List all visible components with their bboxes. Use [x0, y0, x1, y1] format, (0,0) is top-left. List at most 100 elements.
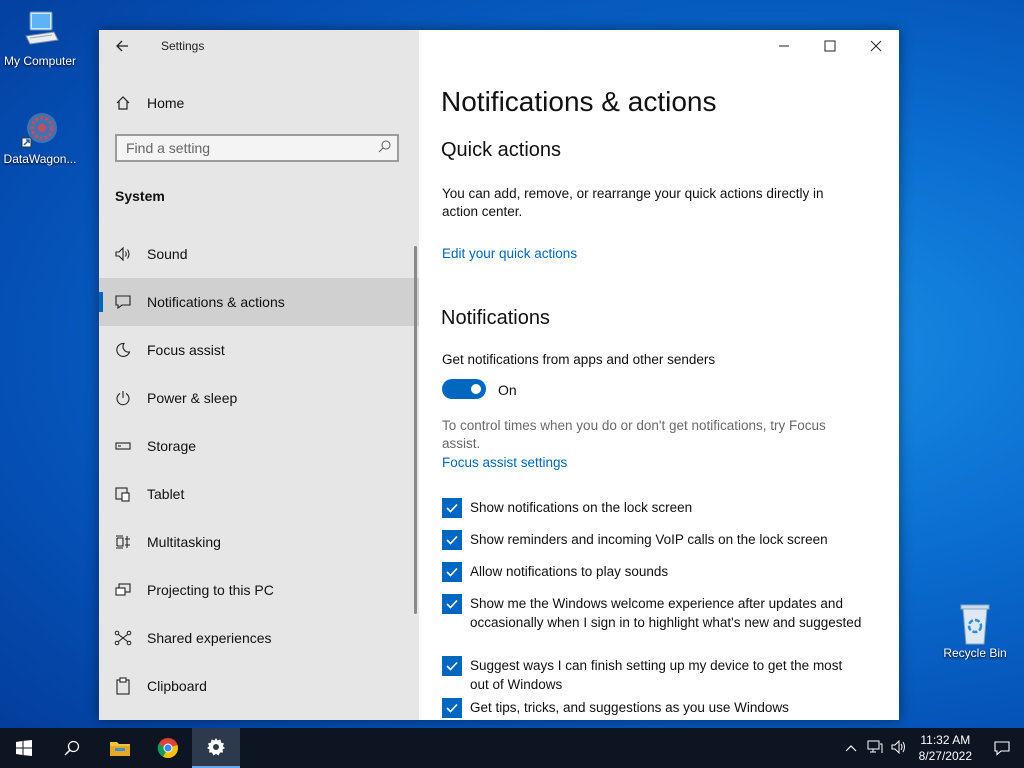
checkbox-row[interactable]: Allow notifications to play sounds [442, 562, 862, 582]
checkbox-checked[interactable] [442, 562, 462, 582]
desktop-icon-datawagon[interactable]: DataWagon... [0, 108, 80, 166]
search-box[interactable] [115, 134, 399, 162]
search-input[interactable] [117, 139, 371, 157]
checkbox-label: Show notifications on the lock screen [470, 500, 693, 515]
checkbox-checked[interactable] [442, 656, 462, 676]
sidebar-item-storage[interactable]: Storage [99, 422, 419, 470]
checkbox-row[interactable]: Show reminders and incoming VoIP calls o… [442, 530, 862, 550]
sidebar: Settings Home System Sound [99, 30, 419, 720]
sidebar-item-shared-experiences[interactable]: Shared experiences [99, 614, 419, 662]
shared-icon [99, 630, 147, 646]
minimize-icon [779, 45, 789, 47]
message-icon [99, 294, 147, 310]
chevron-up-icon[interactable] [839, 741, 863, 755]
checkbox-checked[interactable] [442, 698, 462, 718]
checkbox-label: Show me the Windows welcome experience a… [470, 596, 862, 630]
sidebar-item-label: Tablet [147, 486, 185, 502]
clock[interactable]: 11:32 AM 8/27/2022 [911, 732, 980, 764]
file-explorer-button[interactable] [96, 728, 144, 768]
check-icon [446, 503, 458, 513]
sidebar-item-tablet[interactable]: Tablet [99, 470, 419, 518]
checkbox-checked[interactable] [442, 498, 462, 518]
checkbox-row[interactable]: Get tips, tricks, and suggestions as you… [442, 698, 862, 718]
clock-date: 8/27/2022 [918, 749, 972, 763]
check-icon [446, 703, 458, 713]
search-icon[interactable] [371, 140, 397, 156]
sidebar-item-projecting[interactable]: Projecting to this PC [99, 566, 419, 614]
projector-icon [99, 582, 147, 598]
folder-icon [110, 742, 130, 756]
checkbox-checked[interactable] [442, 530, 462, 550]
recycle-bin-icon [955, 602, 995, 645]
back-button[interactable] [99, 30, 145, 62]
check-icon [446, 599, 458, 609]
titlebar: Settings [99, 30, 419, 62]
focus-assist-settings-link[interactable]: Focus assist settings [442, 455, 567, 470]
sidebar-item-label: Multitasking [147, 534, 221, 550]
close-button[interactable] [853, 30, 899, 62]
notifications-toggle-label: Get notifications from apps and other se… [442, 352, 716, 367]
home-label: Home [147, 95, 185, 111]
windows-logo-icon [16, 740, 32, 756]
clock-time: 11:32 AM [920, 733, 971, 747]
checkbox-label: Show reminders and incoming VoIP calls o… [470, 532, 828, 547]
moon-icon [99, 342, 147, 358]
toggle-knob [471, 384, 481, 394]
sidebar-item-multitasking[interactable]: Multitasking [99, 518, 419, 566]
heading-quick-actions: Quick actions [441, 139, 562, 161]
sidebar-item-label: Projecting to this PC [147, 582, 274, 598]
volume-icon[interactable] [887, 739, 911, 757]
sidebar-item-sound[interactable]: Sound [99, 230, 419, 278]
desktop-icon-label: My Computer [3, 54, 77, 68]
page-title: Notifications & actions [441, 86, 717, 117]
action-center-button[interactable] [980, 728, 1024, 768]
sidebar-item-clipboard[interactable]: Clipboard [99, 662, 419, 710]
home-icon [99, 95, 147, 111]
system-tray: 11:32 AM 8/27/2022 [839, 728, 1024, 768]
start-button[interactable] [0, 728, 48, 768]
notification-icon [994, 741, 1010, 756]
checkbox-label: Allow notifications to play sounds [470, 564, 669, 579]
datawagon-icon [20, 108, 60, 148]
edit-quick-actions-link[interactable]: Edit your quick actions [442, 246, 577, 261]
heading-notifications: Notifications [441, 307, 550, 329]
checkbox-row[interactable]: Suggest ways I can finish setting up my … [442, 656, 862, 694]
settings-taskbar-button[interactable] [192, 728, 240, 768]
search-button[interactable] [48, 728, 96, 768]
gear-icon [207, 738, 225, 756]
check-icon [446, 535, 458, 545]
minimize-button[interactable] [761, 30, 807, 62]
power-icon [99, 390, 147, 406]
notifications-toggle[interactable] [442, 379, 486, 399]
maximize-button[interactable] [807, 30, 853, 62]
tablet-icon [99, 486, 147, 502]
clipboard-icon [99, 677, 147, 695]
sidebar-item-label: Storage [147, 438, 197, 454]
sidebar-item-label: Focus assist [147, 342, 225, 358]
storage-icon [99, 438, 147, 454]
computer-icon [20, 10, 60, 50]
checkbox-row[interactable]: Show notifications on the lock screen [442, 498, 862, 518]
back-arrow-icon [116, 40, 128, 52]
desktop-icon-recycle-bin[interactable]: Recycle Bin [935, 602, 1015, 660]
sidebar-item-label: Notifications & actions [147, 294, 285, 310]
network-icon[interactable] [863, 740, 887, 757]
maximize-icon [824, 40, 836, 52]
sidebar-item-label: Clipboard [147, 678, 207, 694]
sidebar-item-home[interactable]: Home [99, 88, 419, 118]
checkbox-checked[interactable] [442, 594, 462, 614]
sidebar-item-power-sleep[interactable]: Power & sleep [99, 374, 419, 422]
check-icon [446, 567, 458, 577]
sidebar-item-focus-assist[interactable]: Focus assist [99, 326, 419, 374]
desktop-icon-my-computer[interactable]: My Computer [0, 10, 80, 68]
section-label-system: System [115, 188, 165, 204]
chrome-button[interactable] [144, 728, 192, 768]
search-icon [64, 740, 80, 756]
sidebar-item-label: Shared experiences [147, 630, 272, 646]
desktop-icon-label: Recycle Bin [943, 646, 1007, 660]
checkbox-row[interactable]: Show me the Windows welcome experience a… [442, 594, 862, 632]
sidebar-item-label: Power & sleep [147, 390, 238, 406]
sidebar-scrollbar[interactable] [414, 246, 417, 614]
multitasking-icon [99, 534, 147, 550]
sidebar-item-notifications[interactable]: Notifications & actions [99, 278, 419, 326]
